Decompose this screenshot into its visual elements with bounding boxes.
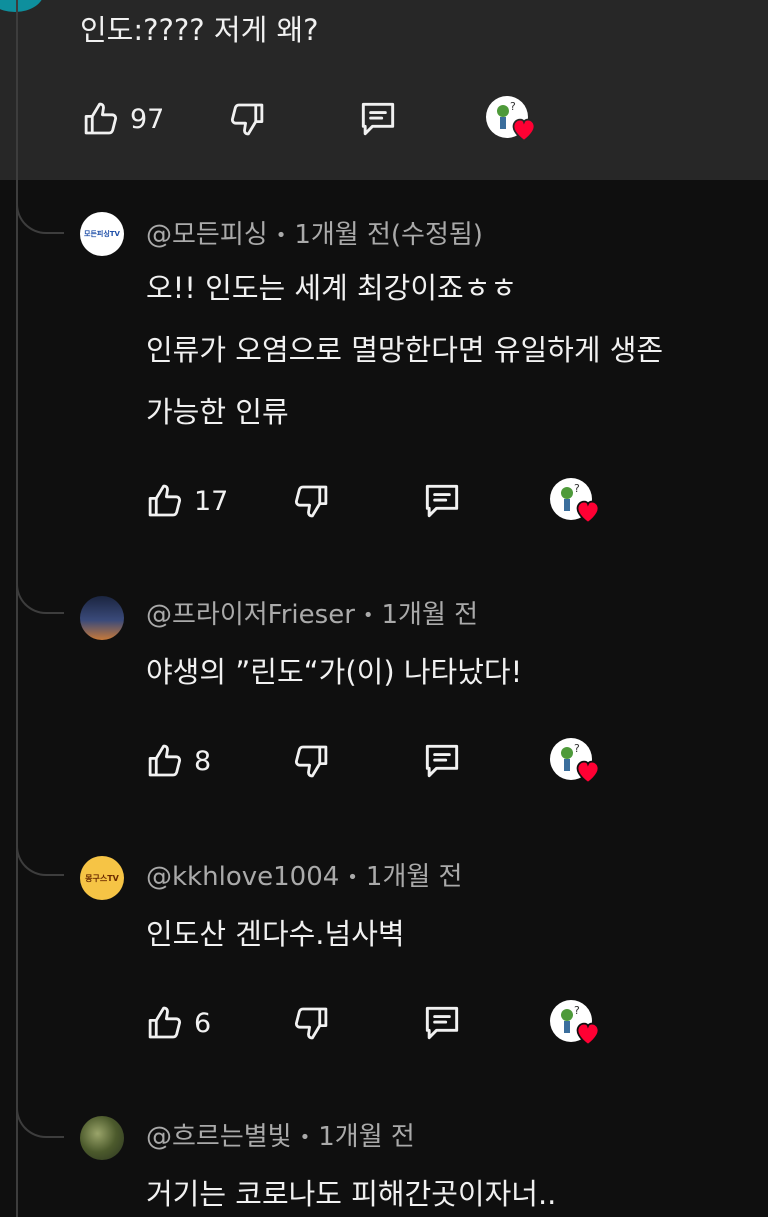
comment-icon xyxy=(420,479,464,523)
creator-heart-icon: ? xyxy=(550,476,600,526)
comment-time: 1개월 전 xyxy=(365,862,463,892)
avatar[interactable]: 모든피싱TV xyxy=(80,212,124,256)
reply-button[interactable] xyxy=(420,476,464,526)
comment-time: 1개월 전(수정됨) xyxy=(294,220,483,250)
comment-thread: 인도:???? 저게 왜? 97 ? 모든피싱TV @모든피싱 • 1개월 전(… xyxy=(0,0,768,1217)
separator: • xyxy=(347,866,358,888)
comment-text-line: 야생의 ”린도“가(이) 나타났다! xyxy=(146,655,523,689)
comment-icon xyxy=(356,97,400,141)
comment-text-line: 인류가 오염으로 멸망한다면 유일하게 생존 xyxy=(146,333,664,367)
reply-button[interactable] xyxy=(420,736,464,786)
svg-text:?: ? xyxy=(574,482,580,495)
creator-heart-icon: ? xyxy=(550,736,600,786)
avatar-logo: 몽구스TV xyxy=(85,873,119,883)
comment-header: @kkhlove1004 • 1개월 전 xyxy=(146,860,462,895)
avatar[interactable]: 몽구스TV xyxy=(80,856,124,900)
author-name[interactable]: @kkhlove1004 xyxy=(146,862,339,892)
thumbs-down-icon xyxy=(226,98,268,140)
heart-icon xyxy=(574,1020,602,1050)
comment-text-line: 가능한 인류 xyxy=(146,395,289,429)
separator: • xyxy=(299,1126,311,1148)
like-button[interactable]: 17 xyxy=(144,476,228,526)
comment-icon xyxy=(420,1001,464,1045)
dislike-button[interactable] xyxy=(226,94,268,144)
svg-text:?: ? xyxy=(574,1004,580,1017)
heart-icon xyxy=(574,498,602,528)
thumbs-up-icon xyxy=(80,98,122,140)
reply-button[interactable] xyxy=(420,998,464,1048)
parent-comment: 인도:???? 저게 왜? 97 ? xyxy=(0,0,768,180)
comment-actions: 6 ? xyxy=(144,998,614,1048)
comment-icon xyxy=(420,739,464,783)
creator-heart-icon: ? xyxy=(550,998,600,1048)
like-button[interactable]: 97 xyxy=(80,94,164,144)
creator-heart-icon: ? xyxy=(486,94,536,144)
comment-time: 1개월 전 xyxy=(381,600,479,630)
comment-text-line: 인도산 겐다수.넘사벽 xyxy=(146,917,405,951)
avatar[interactable] xyxy=(80,1116,124,1160)
thumbs-down-icon xyxy=(290,1002,332,1044)
separator: • xyxy=(275,224,287,246)
thumbs-up-icon xyxy=(144,740,186,782)
comment-text-line: 오!! 인도는 세계 최강이죠ㅎㅎ xyxy=(146,271,518,305)
parent-avatar[interactable] xyxy=(0,0,44,12)
heart-icon xyxy=(510,116,538,146)
like-count: 97 xyxy=(130,103,165,135)
like-count: 6 xyxy=(194,1007,212,1039)
thumbs-up-icon xyxy=(144,480,186,522)
dislike-button[interactable] xyxy=(290,736,332,786)
author-name[interactable]: @모든피싱 xyxy=(146,220,268,250)
reply-comment: 몽구스TV @kkhlove1004 • 1개월 전 인도산 겐다수.넘사벽 6 xyxy=(0,822,768,1084)
comment-actions: 8 ? xyxy=(144,736,614,786)
thread-line xyxy=(16,0,18,180)
separator: • xyxy=(362,604,374,626)
svg-text:?: ? xyxy=(510,100,516,113)
reply-comment: @흐르는별빛 • 1개월 전 거기는 코로나도 피해간곳이자너.. xyxy=(0,1084,768,1217)
comment-header: @흐르는별빛 • 1개월 전 xyxy=(146,1120,415,1155)
thumbs-down-icon xyxy=(290,480,332,522)
like-count: 8 xyxy=(194,745,212,777)
comment-actions: 97 ? xyxy=(80,94,550,144)
comment-header: @모든피싱 • 1개월 전(수정됨) xyxy=(146,218,483,253)
like-button[interactable]: 8 xyxy=(144,736,211,786)
dislike-button[interactable] xyxy=(290,998,332,1048)
thumbs-up-icon xyxy=(144,1002,186,1044)
like-count: 17 xyxy=(194,485,229,517)
dislike-button[interactable] xyxy=(290,476,332,526)
author-name[interactable]: @흐르는별빛 xyxy=(146,1122,292,1152)
comment-header: @프라이저Frieser • 1개월 전 xyxy=(146,598,478,633)
reply-comment: 모든피싱TV @모든피싱 • 1개월 전(수정됨) 오!! 인도는 세계 최강이죠ㅎ… xyxy=(0,180,768,560)
avatar-logo: 모든피싱TV xyxy=(84,230,120,238)
avatar[interactable] xyxy=(80,596,124,640)
comment-time: 1개월 전 xyxy=(318,1122,415,1152)
comment-actions: 17 ? xyxy=(144,476,614,526)
comment-text: 인도:???? 저게 왜? xyxy=(80,13,319,47)
like-button[interactable]: 6 xyxy=(144,998,211,1048)
reply-button[interactable] xyxy=(356,94,400,144)
thumbs-down-icon xyxy=(290,740,332,782)
comment-text-line: 거기는 코로나도 피해간곳이자너.. xyxy=(146,1177,557,1211)
heart-icon xyxy=(574,758,602,788)
author-name[interactable]: @프라이저Frieser xyxy=(146,600,355,630)
svg-text:?: ? xyxy=(574,742,580,755)
reply-comment: @프라이저Frieser • 1개월 전 야생의 ”린도“가(이) 나타났다! 8 xyxy=(0,560,768,820)
